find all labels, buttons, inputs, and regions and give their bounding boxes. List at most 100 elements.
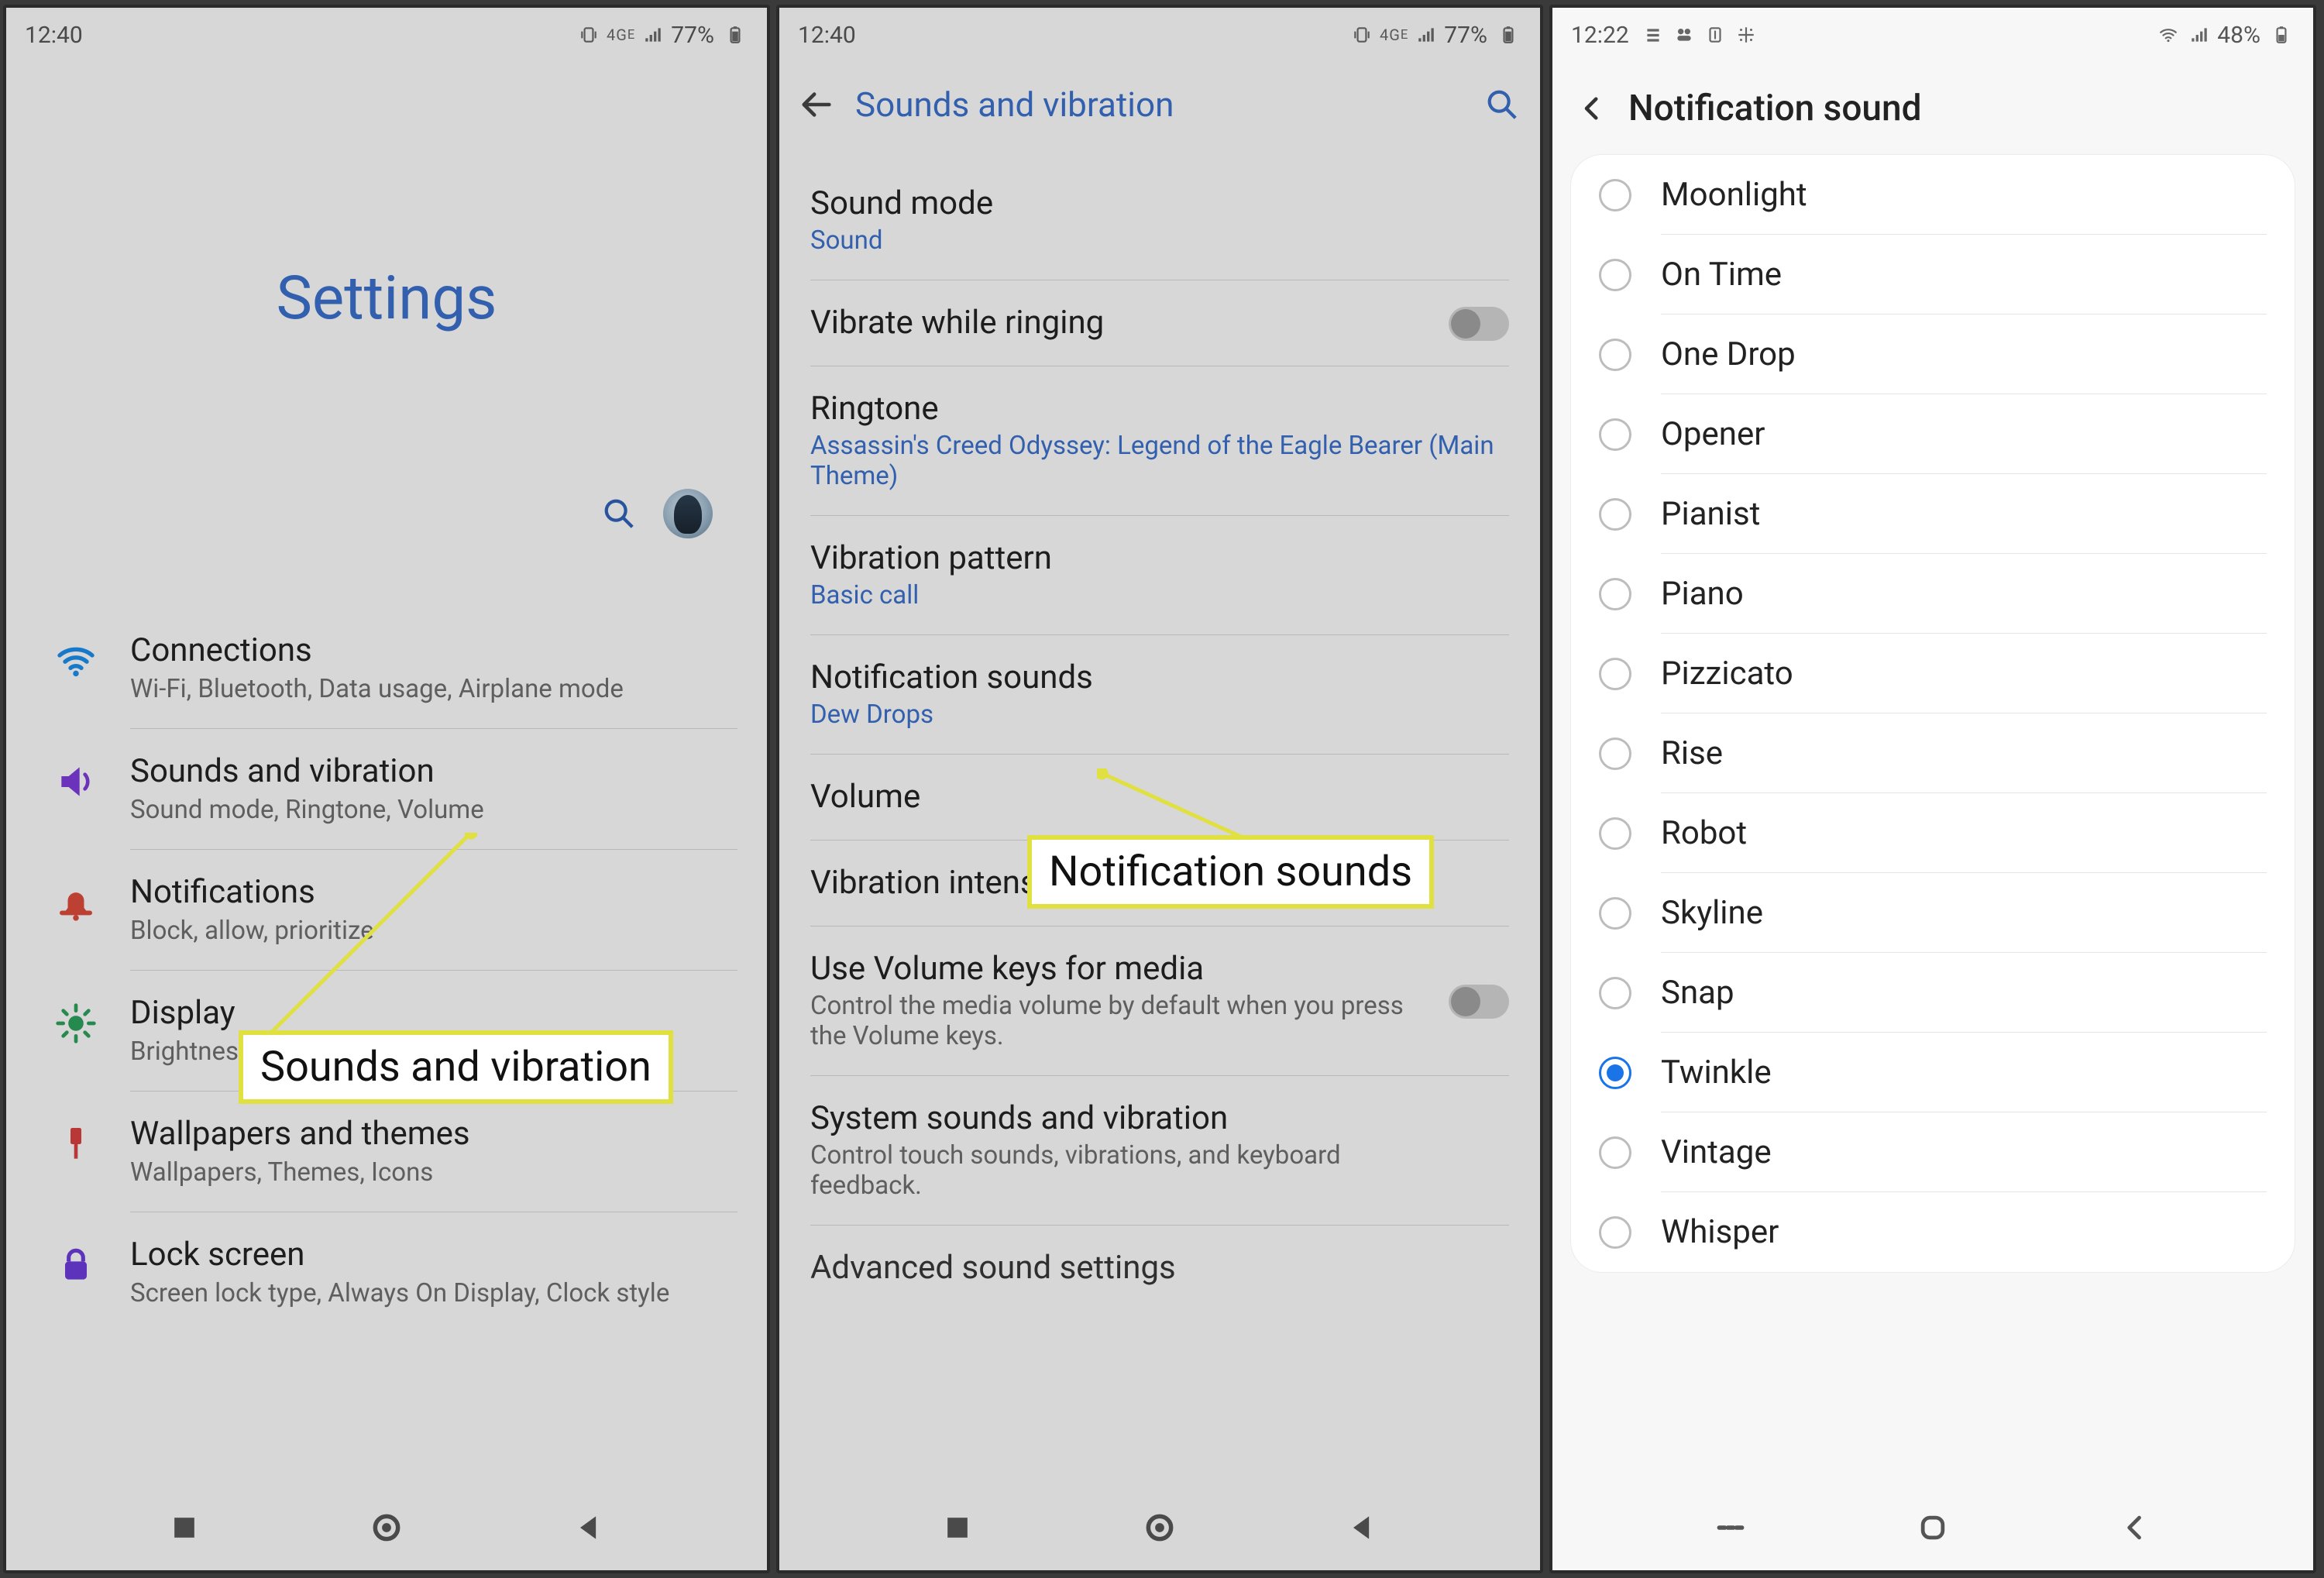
radio-button[interactable] — [1599, 578, 1631, 610]
sound-option[interactable]: Pizzicato — [1571, 634, 2295, 713]
network-type-indicator: 4GE — [607, 25, 635, 45]
settings-item-wallpapers[interactable]: Wallpapers and themes Wallpapers, Themes… — [6, 1092, 767, 1212]
page-title: Sounds and vibration — [855, 84, 1484, 125]
item-subtitle: Wallpapers, Themes, Icons — [130, 1157, 737, 1188]
speaker-icon — [54, 760, 98, 803]
item-title: Sounds and vibration — [130, 752, 737, 790]
page-title: Notification sound — [1628, 88, 1922, 129]
radio-button[interactable] — [1599, 1136, 1631, 1169]
radio-button[interactable] — [1599, 179, 1631, 211]
item-title: Use Volume keys for media — [810, 950, 1509, 988]
toggle-switch[interactable] — [1449, 307, 1509, 341]
nav-back-button[interactable] — [572, 1511, 606, 1545]
item-value: Assassin's Creed Odyssey: Legend of the … — [810, 431, 1509, 491]
sound-option[interactable]: Opener — [1571, 394, 2295, 474]
status-clock: 12:40 — [798, 22, 856, 49]
sound-option[interactable]: Robot — [1571, 793, 2295, 873]
nav-home-button[interactable] — [1916, 1511, 1950, 1545]
radio-button[interactable] — [1599, 1216, 1631, 1249]
settings-item-sounds[interactable]: Sounds and vibration Sound mode, Rington… — [6, 729, 767, 850]
option-label: Whisper — [1661, 1213, 1779, 1251]
option-label: Robot — [1661, 814, 1747, 852]
sound-option[interactable]: Rise — [1571, 713, 2295, 793]
radio-button[interactable] — [1599, 259, 1631, 291]
back-button[interactable] — [799, 87, 835, 122]
setting-ringtone[interactable]: Ringtone Assassin's Creed Odyssey: Legen… — [779, 366, 1540, 516]
callout-notification-sounds: Notification sounds — [1027, 835, 1434, 909]
wifi-icon — [2155, 25, 2181, 45]
hub-tools — [6, 489, 767, 538]
app-badge-icon — [1671, 25, 1697, 45]
sound-option[interactable]: Twinkle — [1571, 1033, 2295, 1112]
item-title: Connections — [130, 631, 737, 669]
settings-item-lockscreen[interactable]: Lock screen Screen lock type, Always On … — [6, 1212, 767, 1333]
nav-back-button[interactable] — [1345, 1511, 1379, 1545]
option-label: Pianist — [1661, 495, 1760, 533]
battery-icon — [2268, 25, 2295, 45]
sound-option[interactable]: Snap — [1571, 953, 2295, 1033]
nav-bar — [6, 1485, 767, 1570]
lock-icon — [54, 1243, 98, 1287]
option-label: Skyline — [1661, 894, 1763, 932]
signal-icon — [640, 25, 666, 45]
setting-sound-mode[interactable]: Sound mode Sound — [779, 161, 1540, 280]
account-avatar[interactable] — [663, 489, 713, 538]
radio-button[interactable] — [1599, 658, 1631, 690]
status-clock: 12:40 — [25, 22, 83, 49]
sound-option[interactable]: One Drop — [1571, 315, 2295, 394]
toggle-switch[interactable] — [1449, 985, 1509, 1019]
radio-button[interactable] — [1599, 1057, 1631, 1089]
screenshot-notification-sound: 12:22 48% Notification sound Moonlight O… — [1549, 5, 2316, 1573]
item-value: Dew Drops — [810, 700, 1509, 730]
sound-option[interactable]: Pianist — [1571, 474, 2295, 554]
radio-button[interactable] — [1599, 817, 1631, 850]
nav-recent-button[interactable] — [940, 1511, 975, 1545]
back-button[interactable] — [1576, 92, 1608, 125]
search-button[interactable] — [601, 496, 637, 531]
sound-options-card: Moonlight On Time One Drop Opener Pianis… — [1571, 155, 2295, 1272]
setting-vibrate-while-ringing[interactable]: Vibrate while ringing — [779, 280, 1540, 366]
status-bar: 12:40 4GE 77% — [6, 8, 767, 62]
option-label: Piano — [1661, 575, 1744, 613]
radio-button[interactable] — [1599, 498, 1631, 531]
radio-button[interactable] — [1599, 737, 1631, 770]
nav-bar — [779, 1485, 1540, 1570]
nav-recent-button[interactable] — [167, 1511, 201, 1545]
option-label: One Drop — [1661, 335, 1796, 373]
sound-option[interactable]: Vintage — [1571, 1112, 2295, 1192]
battery-icon — [1495, 25, 1521, 45]
sound-option[interactable]: Piano — [1571, 554, 2295, 634]
setting-volume-keys-media[interactable]: Use Volume keys for media Control the me… — [779, 927, 1540, 1076]
sound-option[interactable]: Moonlight — [1571, 155, 2295, 235]
nav-recent-button[interactable] — [1714, 1511, 1748, 1545]
radio-button[interactable] — [1599, 897, 1631, 930]
battery-icon — [722, 25, 748, 45]
setting-system-sounds[interactable]: System sounds and vibration Control touc… — [779, 1076, 1540, 1226]
sound-option[interactable]: On Time — [1571, 235, 2295, 315]
sound-option[interactable]: Whisper — [1571, 1192, 2295, 1272]
option-label: Twinkle — [1661, 1054, 1772, 1092]
nav-bar — [1552, 1485, 2313, 1570]
nav-back-button[interactable] — [2118, 1511, 2152, 1545]
sun-icon — [54, 1002, 98, 1045]
settings-item-connections[interactable]: Connections Wi-Fi, Bluetooth, Data usage… — [6, 608, 767, 729]
status-bar: 12:22 48% — [1552, 8, 2313, 62]
radio-button[interactable] — [1599, 418, 1631, 451]
search-button[interactable] — [1484, 87, 1520, 122]
setting-vibration-pattern[interactable]: Vibration pattern Basic call — [779, 516, 1540, 635]
network-type-indicator: 4GE — [1380, 25, 1408, 45]
item-subtitle: Screen lock type, Always On Display, Clo… — [130, 1278, 737, 1308]
option-label: Pizzicato — [1661, 655, 1793, 693]
radio-button[interactable] — [1599, 339, 1631, 371]
radio-button[interactable] — [1599, 977, 1631, 1009]
sound-option[interactable]: Skyline — [1571, 873, 2295, 953]
wifi-icon — [54, 639, 98, 682]
option-label: Vintage — [1661, 1133, 1772, 1171]
nav-home-button[interactable] — [1143, 1511, 1177, 1545]
signal-icon — [2186, 25, 2212, 45]
screenshot-settings-hub: 12:40 4GE 77% Settings Connections Wi-Fi… — [3, 5, 770, 1573]
setting-advanced-sound[interactable]: Advanced sound settings — [779, 1226, 1540, 1312]
setting-notification-sounds[interactable]: Notification sounds Dew Drops — [779, 635, 1540, 755]
callout-sounds-and-vibration: Sounds and vibration — [239, 1030, 673, 1104]
nav-home-button[interactable] — [370, 1511, 404, 1545]
